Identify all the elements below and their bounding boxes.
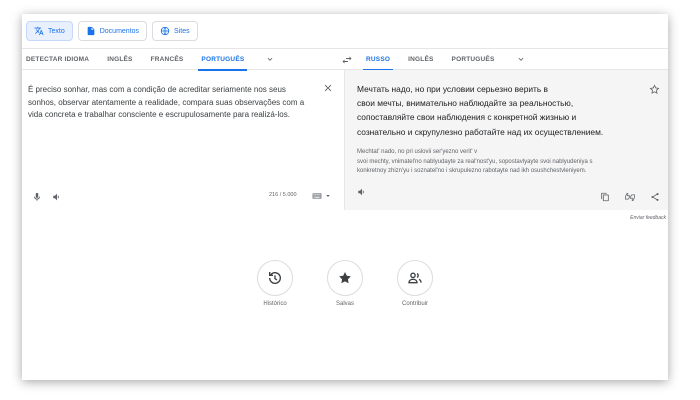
tab-detect-language[interactable]: DETECTAR IDIOMA [22,48,98,70]
send-feedback-link[interactable]: Enviar feedback [630,215,666,221]
tab-source-english[interactable]: INGLÊS [98,48,141,70]
mode-documents-label: Documentos [99,27,140,35]
translate-window: Texto Documentos Sites DETECTAR IDIOMA I… [22,14,668,380]
mode-toolbar: Texto Documentos Sites [22,14,668,48]
saved-button[interactable]: Salvas [325,260,365,307]
translit-line: svoi mechty, vnimatel'no nablyudayte za … [357,158,593,165]
tab-target-russian[interactable]: RUSSO [357,48,399,71]
source-language-tabs: DETECTAR IDIOMA INGLÊS FRANCÊS PORTUGUÊS [22,48,345,71]
translation-pane: Мечтать надо, но при условии серьезно ве… [345,70,668,210]
chevron-down-icon[interactable] [259,48,281,70]
mode-text-button[interactable]: Texto [26,21,73,41]
translit-line: Mechtat' nado, no pri uslovii ser'yezno … [357,149,478,155]
character-count: 216 / 5.000 [269,192,297,198]
tab-source-french[interactable]: FRANCÊS [142,48,193,70]
translation-line: сопоставляйте свои наблюдения с конкретн… [357,112,577,123]
history-actions: Histórico Salvas Contribuir [22,260,668,307]
close-icon[interactable] [322,82,334,94]
copy-icon[interactable] [600,192,610,202]
translation-tools-left [357,184,367,202]
translation-line: Мечтать надо, но при условии серьезно ве… [357,84,549,94]
keyboard-icon [312,192,322,200]
globe-icon [160,26,170,36]
history-button[interactable]: Histórico [255,260,295,307]
star-outline-icon[interactable] [649,84,660,95]
transliteration-text: Mechtat' nado, no pri uslovii ser'yezno … [357,148,662,177]
contribute-label: Contribuir [401,301,428,307]
keyboard-selector[interactable] [312,192,331,200]
microphone-icon[interactable] [32,192,42,202]
source-tools [32,192,62,202]
share-icon[interactable] [650,192,660,202]
chevron-down-icon[interactable] [510,48,532,70]
translation-line: свои мечты, внимательно наблюдайте за ре… [357,98,574,109]
caret-down-icon [325,193,331,199]
mode-sites-button[interactable]: Sites [152,21,198,41]
target-language-tabs: RUSSO INGLÊS PORTUGUÊS [345,48,668,71]
speaker-icon[interactable] [52,192,62,202]
tab-source-portuguese[interactable]: PORTUGUÊS [192,48,253,71]
translation-panes: É preciso sonhar, mas com a condição de … [22,70,668,210]
translation-text: Мечтать надо, но при условии серьезно ве… [357,82,642,139]
contribute-button[interactable]: Contribuir [395,260,435,307]
history-label: Histórico [263,301,287,307]
feedback-rating-icon[interactable] [624,192,636,202]
history-icon [257,260,293,296]
speaker-icon[interactable] [357,187,367,197]
tab-target-portuguese[interactable]: PORTUGUÊS [443,48,504,70]
mode-sites-label: Sites [174,27,190,35]
translit-line: konkretnoy zhizn'yu i soznatel'no i skru… [357,168,587,174]
document-icon [86,26,96,36]
source-pane: É preciso sonhar, mas com a condição de … [22,70,345,210]
translate-icon [34,26,44,36]
tab-target-english[interactable]: INGLÊS [399,48,442,70]
language-bar: DETECTAR IDIOMA INGLÊS FRANCÊS PORTUGUÊS… [22,48,668,71]
contribute-icon [397,260,433,296]
mode-documents-button[interactable]: Documentos [77,21,148,41]
saved-label: Salvas [335,301,354,307]
star-filled-icon [327,260,363,296]
translation-tools-right [600,192,660,202]
mode-text-label: Texto [48,27,65,35]
translation-line: сознательно и скрупулезно работайте над … [357,126,604,137]
source-text-input[interactable]: É preciso sonhar, mas com a condição de … [28,84,308,122]
